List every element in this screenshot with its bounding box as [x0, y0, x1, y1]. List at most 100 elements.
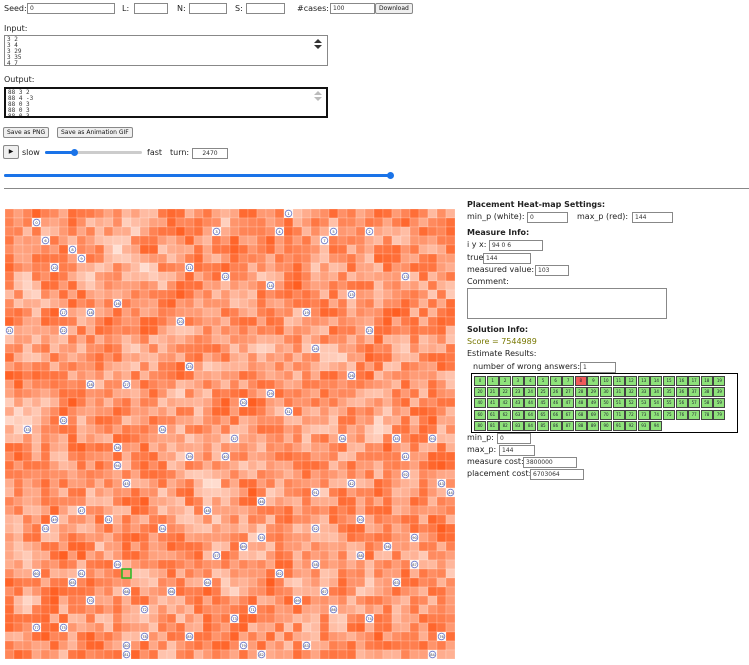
heatmap-cell[interactable] [67, 271, 78, 282]
heatmap-cell[interactable] [328, 505, 339, 516]
heatmap-cell[interactable] [184, 316, 195, 327]
heatmap-cell[interactable] [274, 271, 285, 282]
heatmap-cell[interactable] [310, 217, 321, 228]
heatmap-cell[interactable] [130, 631, 141, 642]
heatmap-cell[interactable] [58, 397, 69, 408]
heatmap-cell[interactable] [193, 226, 204, 237]
heatmap-cell[interactable] [337, 640, 348, 651]
heatmap-cell[interactable] [202, 379, 213, 390]
heatmap-cell[interactable] [247, 262, 258, 273]
heatmap-cell[interactable] [121, 514, 132, 525]
heatmap-cell[interactable] [112, 550, 123, 561]
heatmap-cell[interactable] [382, 289, 393, 300]
heatmap-cell[interactable] [193, 577, 204, 588]
heatmap-cell[interactable] [445, 370, 455, 381]
heatmap-cell[interactable] [76, 325, 87, 336]
heatmap-cell[interactable] [238, 532, 249, 543]
heatmap-cell[interactable] [166, 361, 177, 372]
heatmap-cell[interactable] [238, 478, 249, 489]
heatmap-cell[interactable] [445, 280, 455, 291]
heatmap-cell[interactable] [364, 235, 375, 246]
heatmap-cell[interactable] [76, 604, 87, 615]
heatmap-cell[interactable] [274, 631, 285, 642]
heatmap-cell[interactable] [355, 424, 366, 435]
heatmap-cell[interactable] [337, 451, 348, 462]
heatmap-cell[interactable] [94, 649, 105, 659]
heatmap-cell[interactable] [22, 568, 33, 579]
heatmap-cell[interactable] [274, 209, 285, 219]
heatmap-cell[interactable] [238, 379, 249, 390]
heatmap-cell[interactable] [112, 370, 123, 381]
heatmap-cell[interactable] [436, 586, 447, 597]
heatmap-cell[interactable] [328, 541, 339, 552]
measured-value-input[interactable] [535, 265, 569, 276]
heatmap-cell[interactable] [346, 613, 357, 624]
heatmap-cell[interactable] [364, 577, 375, 588]
heatmap-cell[interactable] [319, 505, 330, 516]
heatmap-cell[interactable] [301, 397, 312, 408]
heatmap-cell[interactable] [103, 523, 114, 534]
heatmap-cell[interactable] [319, 289, 330, 300]
heatmap-cell[interactable] [166, 478, 177, 489]
heatmap-cell[interactable] [130, 209, 141, 219]
heatmap-cell[interactable] [211, 253, 222, 264]
heatmap-cell[interactable] [121, 325, 132, 336]
heatmap-cell[interactable] [49, 316, 60, 327]
heatmap-cell[interactable] [220, 316, 231, 327]
heatmap-cell[interactable] [283, 361, 294, 372]
heatmap-cell[interactable] [274, 523, 285, 534]
heatmap-cell[interactable] [166, 397, 177, 408]
heatmap-cell[interactable] [31, 550, 42, 561]
heatmap-cell[interactable] [148, 451, 159, 462]
heatmap-cell[interactable] [58, 451, 69, 462]
heatmap-cell[interactable] [166, 289, 177, 300]
heatmap-cell[interactable] [94, 442, 105, 453]
heatmap-cell[interactable] [211, 586, 222, 597]
heatmap-cell[interactable] [382, 226, 393, 237]
heatmap-cell[interactable] [58, 271, 69, 282]
heatmap-cell[interactable] [67, 496, 78, 507]
heatmap-cell[interactable] [373, 280, 384, 291]
heatmap-cell[interactable] [40, 577, 51, 588]
heatmap-cell[interactable] [364, 307, 375, 318]
heatmap-cell[interactable] [436, 334, 447, 345]
heatmap-cell[interactable] [22, 550, 33, 561]
heatmap-cell[interactable] [22, 370, 33, 381]
heatmap-cell[interactable] [85, 586, 96, 597]
heatmap-cell[interactable] [337, 424, 348, 435]
heatmap-cell[interactable] [400, 631, 411, 642]
heatmap-cell[interactable] [229, 397, 240, 408]
heatmap-cell[interactable] [85, 370, 96, 381]
heatmap-cell[interactable] [31, 640, 42, 651]
heatmap-cell[interactable] [265, 586, 276, 597]
heatmap-cell[interactable] [76, 532, 87, 543]
heatmap-cell[interactable] [391, 343, 402, 354]
heatmap-cell[interactable] [310, 352, 321, 363]
heatmap-cell[interactable] [202, 388, 213, 399]
heatmap-cell[interactable] [40, 280, 51, 291]
heatmap-cell[interactable] [193, 352, 204, 363]
heatmap-cell[interactable] [274, 514, 285, 525]
heatmap-cell[interactable] [175, 487, 186, 498]
heatmap-cell[interactable] [211, 568, 222, 579]
heatmap-cell[interactable] [319, 559, 330, 570]
heatmap-cell[interactable] [184, 568, 195, 579]
heatmap-cell[interactable] [283, 433, 294, 444]
heatmap-cell[interactable] [400, 442, 411, 453]
heatmap-cell[interactable] [382, 424, 393, 435]
heatmap-cell[interactable] [391, 649, 402, 659]
heatmap-cell[interactable] [229, 460, 240, 471]
heatmap-cell[interactable] [31, 298, 42, 309]
heatmap-cell[interactable] [112, 451, 123, 462]
heatmap-cell[interactable] [283, 271, 294, 282]
heatmap-cell[interactable] [238, 550, 249, 561]
heatmap-cell[interactable] [184, 469, 195, 480]
heatmap-cell[interactable] [256, 559, 267, 570]
heatmap-cell[interactable] [319, 460, 330, 471]
heatmap-cell[interactable] [265, 379, 276, 390]
heatmap-cell[interactable] [310, 631, 321, 642]
heatmap-cell[interactable] [202, 478, 213, 489]
heatmap-cell[interactable] [364, 361, 375, 372]
heatmap-cell[interactable] [121, 280, 132, 291]
heatmap-cell[interactable] [22, 217, 33, 228]
